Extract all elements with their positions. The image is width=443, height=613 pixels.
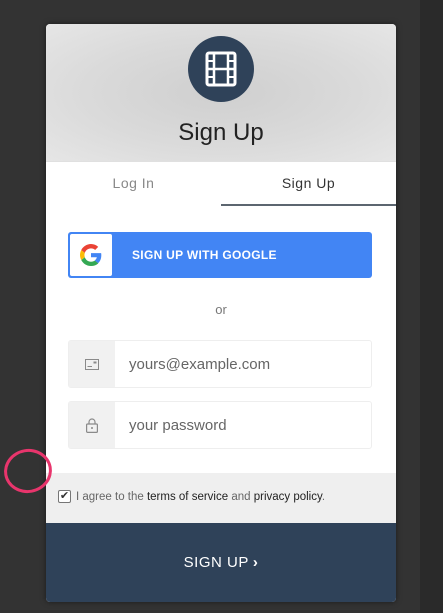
google-button-label: SIGN UP WITH GOOGLE [132,248,277,262]
page-backdrop [420,0,443,613]
auth-tabs: Log In Sign Up [46,162,396,206]
terms-suffix: . [321,491,326,503]
email-field[interactable] [68,340,372,388]
password-field[interactable] [68,401,372,449]
terms-prefix: I agree to the [76,491,147,503]
terms-text: I agree to the terms of service and priv… [76,491,325,503]
password-input[interactable] [129,402,365,448]
password-icon-container [69,402,115,448]
chevron-right-icon: › [252,554,259,571]
email-icon-container [69,341,115,387]
email-input[interactable] [129,341,365,387]
signup-card: Sign Up Log In Sign Up SIGN UP WITH GOOG… [46,24,396,602]
lock-icon [86,417,98,433]
tab-log-in[interactable]: Log In [46,162,221,206]
sign-up-submit-button[interactable]: SIGN UP › [46,523,396,602]
terms-middle: and [228,491,254,503]
google-icon-container [70,234,112,276]
tab-sign-up[interactable]: Sign Up [221,162,396,206]
envelope-icon [85,358,99,370]
submit-label: SIGN UP [183,554,249,571]
google-signup-button[interactable]: SIGN UP WITH GOOGLE [68,232,372,278]
film-icon [205,51,237,87]
privacy-policy-link[interactable]: privacy policy [254,491,322,503]
terms-row: ✔ I agree to the terms of service and pr… [46,473,396,523]
google-icon [80,244,102,266]
card-header: Sign Up [46,24,396,162]
terms-checkbox[interactable]: ✔ [58,490,71,503]
app-logo [188,36,254,102]
or-separator: or [215,302,227,317]
page-title: Sign Up [178,119,264,146]
terms-of-service-link[interactable]: terms of service [147,491,228,503]
